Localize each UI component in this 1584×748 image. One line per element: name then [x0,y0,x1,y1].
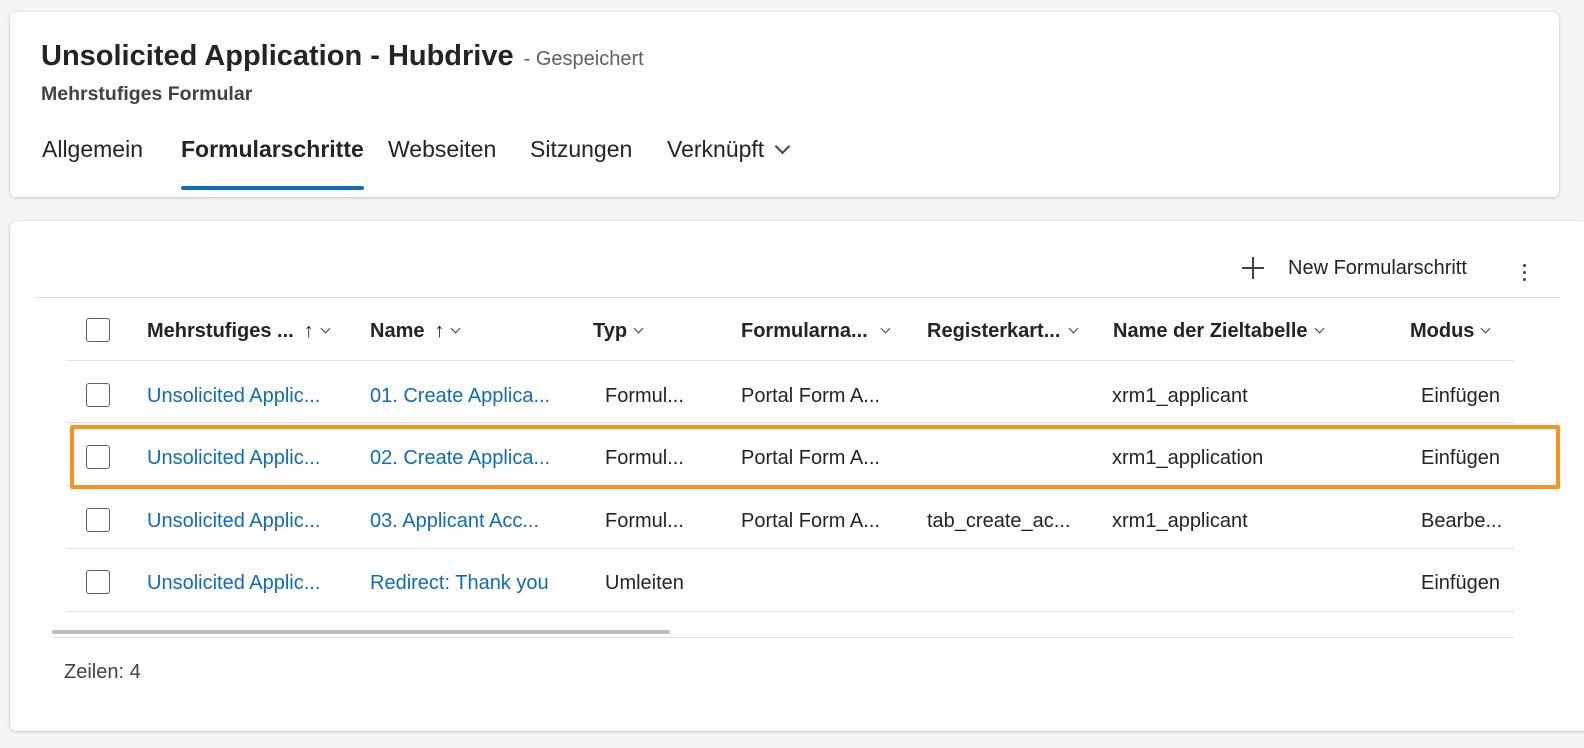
title-row: Unsolicited Application - Hubdrive - Ges… [41,40,644,73]
mode: Einfügen [1421,385,1500,407]
chevron-down-icon [774,138,791,155]
chevron-down-icon [1068,323,1079,333]
form-name: Portal Form A... [741,447,880,469]
tab-label: Formularschritte [181,136,364,162]
form-name: Portal Form A... [741,510,880,532]
tab-verknuepft[interactable]: Verknüpft [667,136,791,190]
multistep-form-link[interactable]: Unsolicited Applic... [147,383,320,409]
column-header-formularname[interactable]: Formularna... [741,317,891,345]
tab-formularschritte[interactable]: Formularschritte [181,136,364,190]
column-header-label: Mehrstufiges ... [147,319,294,342]
select-all-checkbox[interactable] [86,318,110,342]
chevron-down-icon [1314,323,1324,333]
column-header-label: Registerkart... [927,319,1061,342]
mode: Einfügen [1421,572,1500,594]
chevron-down-icon [320,323,331,333]
chevron-down-icon [880,323,891,333]
tab-label: Webseiten [388,136,497,162]
row-divider [66,422,1514,423]
step-name-link[interactable]: 01. Create Applica... [370,383,550,409]
column-header-label: Formularna... [741,319,868,342]
tab-sitzungen[interactable]: Sitzungen [530,136,632,190]
row-divider [66,611,1514,612]
column-header-modus[interactable]: Modus [1410,317,1491,345]
subgrid-card: New Formularschritt Mehrstufiges ... ↑ N… [10,221,1584,731]
row-divider [66,548,1514,549]
tab-name: tab_create_ac... [927,510,1071,532]
column-header-label: Typ [593,319,628,342]
tab-label: Verknüpft [667,136,765,162]
tab-allgemein[interactable]: Allgemein [42,136,143,190]
row-checkbox[interactable] [86,445,110,469]
command-bar-divider [35,297,1560,298]
plus-icon [1242,257,1264,279]
new-button-label: New Formularschritt [1288,256,1467,279]
step-type: Formul... [605,447,684,469]
multistep-form-link[interactable]: Unsolicited Applic... [147,508,320,534]
column-header-mehrstufiges-formular[interactable]: Mehrstufiges ... ↑ [147,317,331,345]
multistep-form-link[interactable]: Unsolicited Applic... [147,445,320,471]
entity-type-label: Mehrstufiges Formular [41,83,253,105]
row-divider [66,485,1514,486]
step-type: Formul... [605,385,684,407]
step-name-link[interactable]: Redirect: Thank you [370,570,549,596]
mode: Bearbe... [1421,510,1503,532]
row-checkbox[interactable] [86,570,110,594]
step-name-link[interactable]: 03. Applicant Acc... [370,508,539,534]
footer-divider [52,637,1514,638]
save-status: - Gespeichert [523,48,644,70]
row-checkbox[interactable] [86,508,110,532]
row-checkbox[interactable] [86,383,110,407]
form-header: Unsolicited Application - Hubdrive - Ges… [10,12,1559,197]
more-commands-icon[interactable] [1515,259,1535,285]
step-name-link[interactable]: 02. Create Applica... [370,445,550,471]
new-formularschritt-button[interactable]: New Formularschritt [1242,251,1467,285]
chevron-down-icon [633,323,644,333]
header-divider [66,360,1514,361]
tab-label: Allgemein [42,136,143,162]
page-title: Unsolicited Application - Hubdrive [41,40,514,72]
target-table: xrm1_applicant [1112,510,1248,532]
tab-webseiten[interactable]: Webseiten [388,136,496,190]
form-name: Portal Form A... [741,385,880,407]
column-header-typ[interactable]: Typ [593,317,644,345]
horizontal-scrollbar[interactable] [52,630,670,634]
column-header-label: Name [370,319,425,342]
sort-ascending-icon: ↑ [303,319,314,342]
step-type: Formul... [605,510,684,532]
target-table: xrm1_application [1112,447,1264,469]
column-header-registerkarte[interactable]: Registerkart... [927,317,1079,345]
sort-ascending-icon: ↑ [434,319,445,342]
target-table: xrm1_applicant [1112,385,1248,407]
multistep-form-link[interactable]: Unsolicited Applic... [147,570,320,596]
column-header-zieltabelle[interactable]: Name der Zieltabelle [1113,317,1324,345]
mode: Einfügen [1421,447,1500,469]
row-count: Zeilen: 4 [64,661,141,683]
chevron-down-icon [451,323,461,333]
column-header-label: Name der Zieltabelle [1113,319,1308,342]
step-type: Umleiten [605,572,684,594]
column-header-label: Modus [1410,319,1475,342]
chevron-down-icon [1480,323,1491,333]
tab-label: Sitzungen [530,136,633,162]
column-header-name[interactable]: Name ↑ [370,317,461,345]
